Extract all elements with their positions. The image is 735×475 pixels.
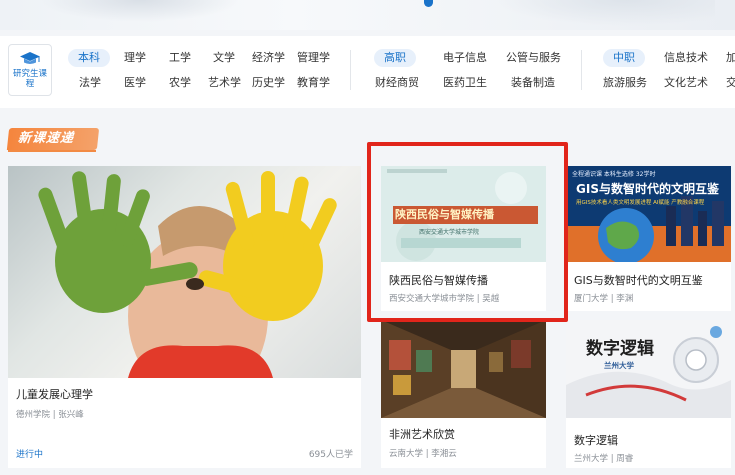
cover-title: 陕西民俗与智媒传播 [395, 208, 494, 221]
course-title[interactable]: GIS与数智时代的文明互鉴 [574, 272, 703, 288]
category-link[interactable]: 艺术学 [208, 74, 241, 92]
course-thumbnail: 全程通识课 本科生选修 32学时 GIS与数智时代的文明互鉴 用GIS技术看人类… [566, 166, 731, 262]
cover-subtitle: 兰州大学 [604, 361, 634, 370]
category-link[interactable]: 公管与服务 [506, 49, 561, 67]
category-link[interactable]: 电子信息 [443, 49, 487, 67]
section-title-underline [8, 150, 96, 152]
course-thumbnail: 数字逻辑 兰州大学 [566, 320, 731, 418]
cover-subtitle: 西安交通大学城市学院 [419, 229, 480, 236]
course-card[interactable]: 儿童发展心理学 德州学院 | 张兴峰 进行中 695人已学 [8, 166, 361, 468]
category-link[interactable]: 法学 [79, 74, 101, 92]
graduate-course-label: 研究生课程 [13, 69, 48, 89]
top-banner [0, 0, 735, 30]
learner-count: 695人已学 [308, 450, 353, 460]
category-link[interactable]: 财经商贸 [375, 74, 419, 92]
category-link[interactable]: 文学 [213, 49, 235, 67]
cover-title: 数字逻辑 [586, 339, 654, 359]
section-title: 新课速递 [6, 128, 100, 150]
carousel-indicator[interactable] [424, 0, 433, 7]
cover-subtitle: 用GIS技术看人类文明发展进程 AI赋能 产教融合课程 [576, 200, 705, 206]
category-link[interactable]: 理学 [124, 49, 146, 67]
course-meta: 德州学院 | 张兴峰 [16, 410, 84, 420]
category-link[interactable]: 装备制造 [511, 74, 555, 92]
course-thumbnail [381, 320, 546, 418]
child-hands-illustration [38, 171, 337, 378]
divider [581, 50, 582, 90]
category-link[interactable]: 经济学 [252, 49, 285, 67]
category-link[interactable]: 信息技术 [664, 49, 708, 67]
category-link[interactable]: 教育学 [297, 74, 330, 92]
course-meta: 兰州大学 | 周睿 [574, 454, 634, 464]
course-meta: 西安交通大学城市学院 | 吴越 [389, 294, 500, 304]
graduation-cap-icon [20, 52, 40, 64]
course-meta: 云南大学 | 李湘云 [389, 449, 457, 459]
level-pill-secondary[interactable]: 中职 [603, 49, 645, 67]
category-link[interactable]: 文化艺术 [664, 74, 708, 92]
graduate-course-button[interactable]: 研究生课程 [8, 44, 52, 96]
cover-tagline: 全程通识课 本科生选修 32学时 [572, 171, 656, 178]
cover-title: GIS与数智时代的文明互鉴 [576, 182, 719, 196]
course-card[interactable]: 全程通识课 本科生选修 32学时 GIS与数智时代的文明互鉴 用GIS技术看人类… [566, 166, 731, 311]
course-thumbnail: 陕西民俗与智媒传播 西安交通大学城市学院 [381, 166, 546, 262]
course-card[interactable]: 数字逻辑 兰州大学 数字逻辑 兰州大学 | 周睿 [566, 320, 731, 468]
banner-decoration-left [40, 0, 240, 22]
course-thumbnail [8, 166, 361, 378]
banner-decoration-right [495, 0, 715, 26]
course-title[interactable]: 非洲艺术欣赏 [389, 426, 455, 442]
course-title[interactable]: 儿童发展心理学 [16, 386, 93, 402]
level-pill-undergraduate[interactable]: 本科 [68, 49, 110, 67]
course-card[interactable]: 非洲艺术欣赏 云南大学 | 李湘云 [381, 320, 546, 468]
category-link[interactable]: 历史学 [252, 74, 285, 92]
level-pill-vocational[interactable]: 高职 [374, 49, 416, 67]
category-link[interactable]: 管理学 [297, 49, 330, 67]
category-link[interactable]: 加 [726, 49, 735, 67]
gallery-corridor-illustration [381, 320, 546, 418]
category-link[interactable]: 医药卫生 [443, 74, 487, 92]
category-link[interactable]: 工学 [169, 49, 191, 67]
category-link[interactable]: 交 [726, 74, 735, 92]
course-title[interactable]: 数字逻辑 [574, 432, 618, 448]
course-title[interactable]: 陕西民俗与智媒传播 [389, 272, 488, 288]
category-link[interactable]: 医学 [124, 74, 146, 92]
category-link[interactable]: 旅游服务 [603, 74, 647, 92]
category-link[interactable]: 农学 [169, 74, 191, 92]
divider [350, 50, 351, 90]
category-navigation: 研究生课程 本科 理学 工学 文学 经济学 管理学 法学 医学 农学 艺术学 历… [0, 36, 735, 108]
course-status: 进行中 [16, 450, 44, 460]
course-meta: 厦门大学 | 李渊 [574, 294, 634, 304]
course-card[interactable]: 陕西民俗与智媒传播 西安交通大学城市学院 陕西民俗与智媒传播 西安交通大学城市学… [381, 166, 546, 311]
